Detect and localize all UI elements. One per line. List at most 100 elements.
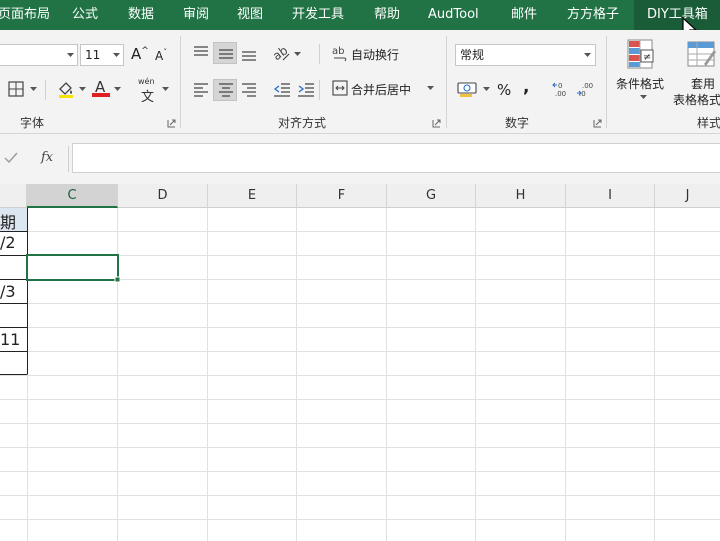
styles-group-label: 样式 [697,116,720,130]
number-group-label: 数字 [505,116,530,130]
increase-indent-icon[interactable] [297,82,315,98]
svg-text:ab: ab [332,46,344,57]
wrap-text-label: 自动换行 [351,48,400,62]
menu-bar: 页面布局 公式 数据 审阅 视图 开发工具 帮助 AudTool 邮件 方方格子… [0,0,720,30]
group-divider [446,36,447,128]
caret-up-icon: ^ [141,46,149,56]
chevron-down-icon[interactable] [294,52,301,57]
chevron-down-icon[interactable] [114,87,121,92]
chevron-down-icon [67,53,74,57]
align-middle-icon [219,49,233,59]
column-header-j[interactable]: J [655,184,720,208]
align-middle-button[interactable] [213,42,237,64]
tab-mail[interactable]: 邮件 [511,0,537,30]
chevron-down-icon[interactable] [162,87,169,92]
svg-text:ab: ab [273,44,290,62]
column-header-d[interactable]: D [118,184,208,208]
divider [68,146,69,172]
font-group-label: 字体 [20,116,45,130]
orientation-icon[interactable]: ab [273,44,291,62]
column-header-g[interactable]: G [387,184,476,208]
insert-function-button[interactable]: fx [41,150,53,165]
column-header-e[interactable]: E [208,184,297,208]
divider [319,44,320,64]
decrease-indent-icon[interactable] [273,82,291,98]
chevron-down-icon [584,53,591,57]
format-as-table-label-2: 表格格式 [673,93,720,107]
divider [319,80,320,100]
tab-audtool[interactable]: AudTool [428,0,479,30]
column-header-c[interactable]: C [27,184,118,208]
column-header-b[interactable] [0,184,27,208]
font-name-select[interactable] [0,44,78,66]
comma-style-button[interactable]: , [523,77,529,97]
align-top-icon[interactable] [193,46,209,60]
decrease-decimal-icon[interactable]: .00 .0 [576,80,594,98]
tab-data[interactable]: 数据 [128,0,154,30]
merge-center-icon [332,80,348,96]
svg-text:.00: .00 [555,90,566,98]
tab-review[interactable]: 审阅 [183,0,209,30]
svg-text:0: 0 [558,82,562,90]
group-divider [180,36,181,128]
column-header-i[interactable]: I [566,184,655,208]
align-left-icon[interactable] [193,83,209,97]
decrease-font-size-button[interactable]: Aˇ [155,48,167,63]
font-color-icon[interactable]: A [92,78,110,98]
borders-icon[interactable] [8,81,24,97]
caret-down-icon: ˇ [163,48,168,57]
chevron-down-icon[interactable] [30,87,37,92]
group-divider [606,36,607,128]
font-size-value: 11 [85,48,101,62]
increase-decimal-icon[interactable]: 0 .00 [552,80,570,98]
chevron-down-icon[interactable] [79,87,86,92]
worksheet-grid[interactable]: 期 /2 /3 11 [0,208,720,541]
cell-b2[interactable]: /2 [0,233,16,252]
align-center-icon [219,83,233,97]
cell-b6[interactable]: 11 [0,330,20,349]
cell-b4[interactable]: /3 [0,282,16,301]
phonetic-guide-button[interactable]: wén 文 [137,77,159,105]
svg-text:.00: .00 [582,82,593,90]
tab-diy-toolbox[interactable]: DIY工具箱 [634,0,720,30]
divider [45,80,46,100]
conditional-format-icon: ≠ [627,39,654,69]
chevron-down-icon [113,53,120,57]
conditional-format-label: 条件格式 [616,77,665,91]
enter-check-icon[interactable] [4,152,18,164]
percent-style-button[interactable]: % [497,81,511,99]
column-header-h[interactable]: H [476,184,566,208]
tab-help[interactable]: 帮助 [374,0,400,30]
fill-color-icon[interactable] [57,80,75,98]
formula-input[interactable] [72,143,720,173]
format-as-table-label-1: 套用 [691,77,716,91]
dialog-launcher-icon[interactable] [167,119,176,128]
svg-text:≠: ≠ [643,52,651,63]
alignment-group-label: 对齐方式 [278,116,327,130]
cell-b1[interactable]: 期 [0,209,16,233]
tab-fangfang[interactable]: 方方格子 [567,0,619,30]
dialog-launcher-icon[interactable] [593,119,602,128]
ribbon: 11 A^ Aˇ A wén 文 字体 ab ab 自动换行 合并后居中 对齐方… [0,30,720,134]
format-as-table-icon [687,41,716,67]
chevron-down-icon[interactable] [483,87,490,92]
align-bottom-icon[interactable] [241,48,257,62]
tab-developer[interactable]: 开发工具 [292,0,344,30]
number-format-value: 常规 [460,48,485,62]
align-right-icon[interactable] [241,83,257,97]
tab-view[interactable]: 视图 [237,0,263,30]
accounting-format-icon[interactable] [457,80,479,98]
conditional-format-button[interactable]: ≠ 条件格式 [612,36,672,110]
column-header-f[interactable]: F [297,184,387,208]
chevron-down-icon [427,86,434,90]
selected-cell-c3[interactable] [27,255,118,280]
increase-font-size-button[interactable]: A^ [131,45,149,63]
dialog-launcher-icon[interactable] [432,119,441,128]
align-center-button[interactable] [213,79,237,101]
tab-formulas[interactable]: 公式 [72,0,98,30]
number-format-select[interactable]: 常规 [455,44,596,66]
tab-page-layout[interactable]: 页面布局 [0,0,50,30]
wrap-text-icon: ab [332,46,347,62]
font-size-select[interactable]: 11 [80,44,124,66]
format-as-table-button[interactable]: 套用 表格格式 [672,36,720,110]
